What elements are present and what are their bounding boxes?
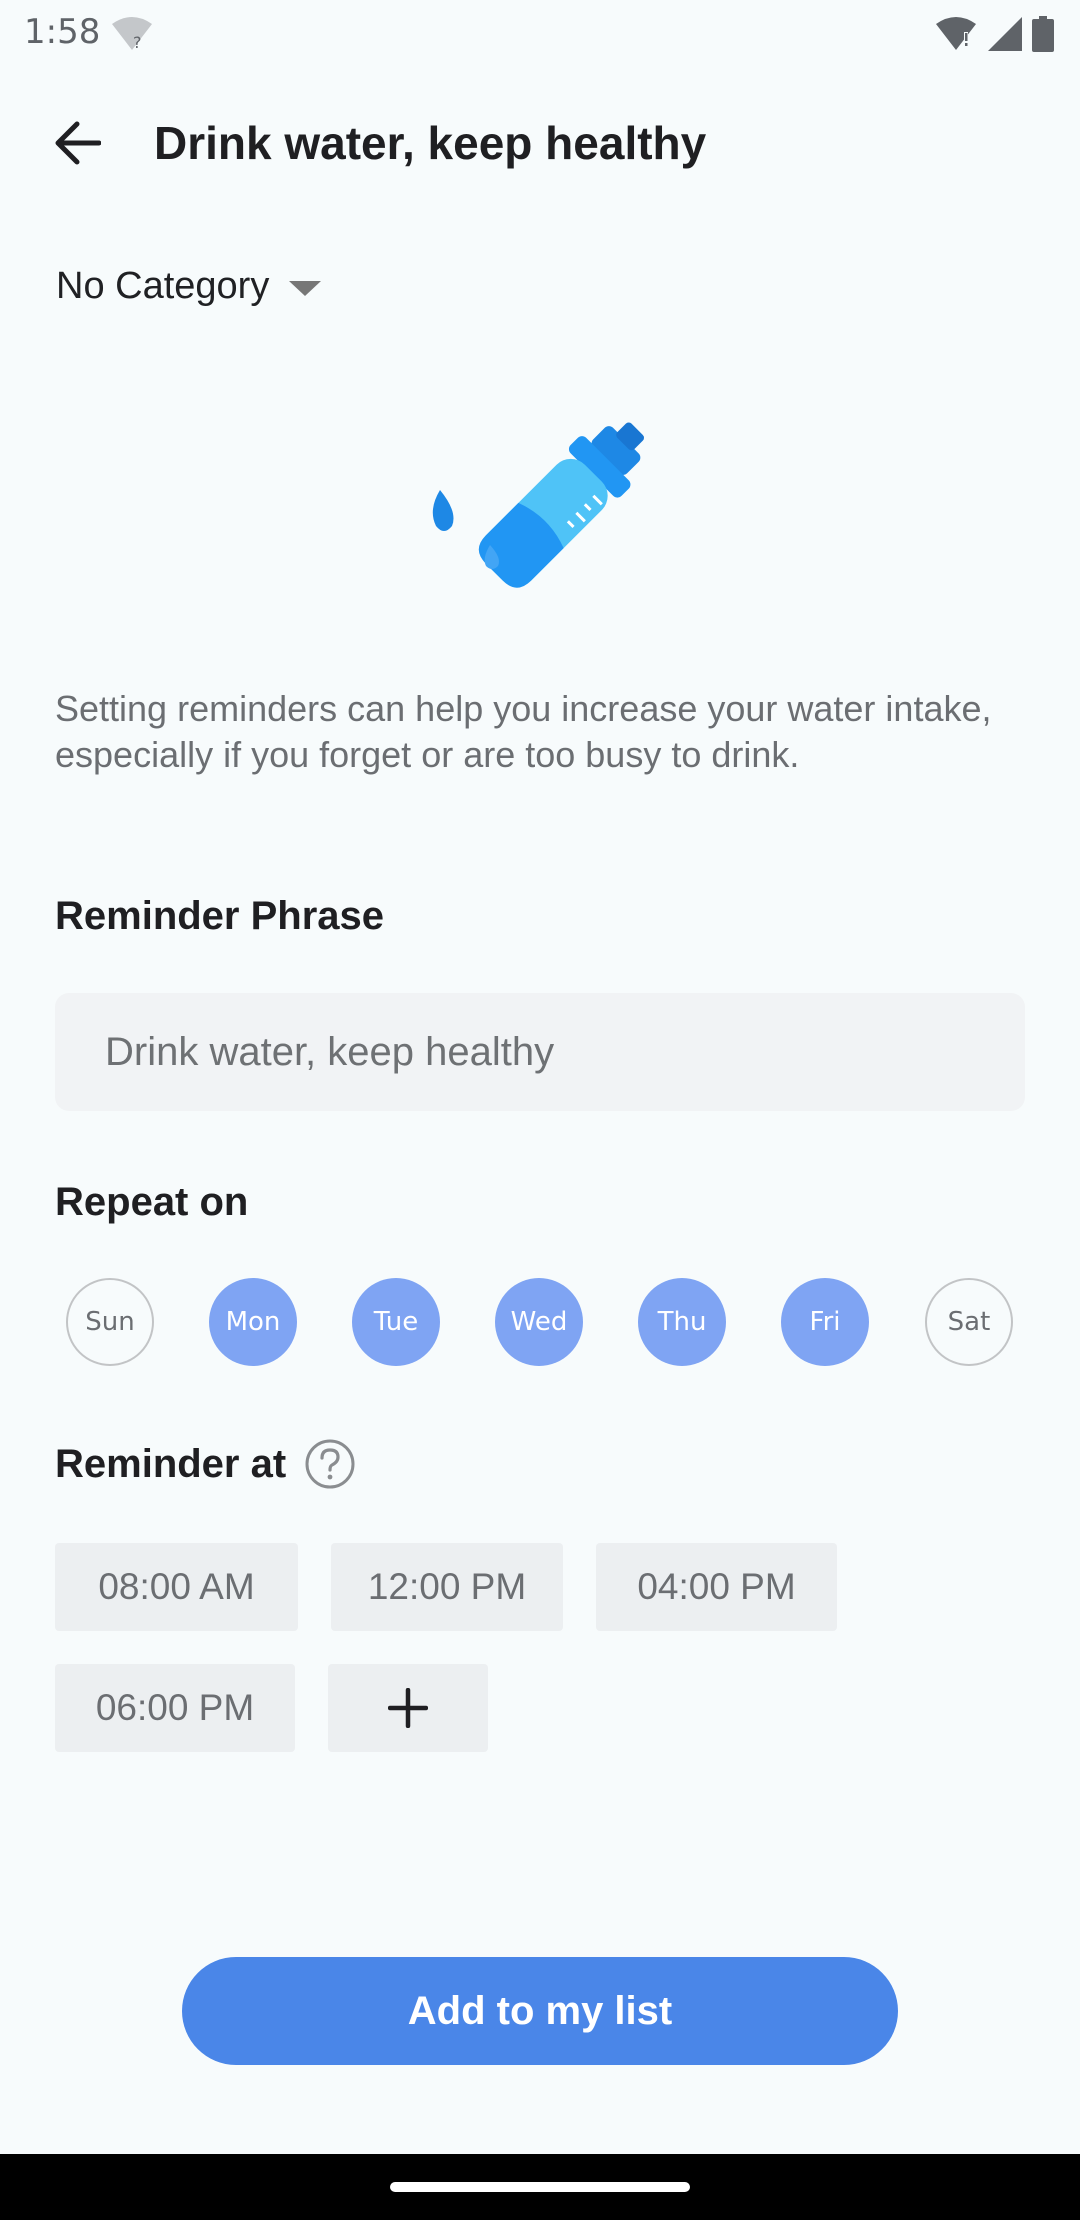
status-icons <box>934 14 1054 54</box>
day-sat[interactable]: Sat <box>925 1278 1013 1366</box>
reminder-phrase-heading: Reminder Phrase <box>55 894 385 938</box>
add-time-button[interactable] <box>328 1664 488 1752</box>
plus-icon <box>388 1688 428 1728</box>
svg-text:?: ? <box>133 33 142 52</box>
dropdown-caret-icon <box>289 280 322 296</box>
day-fri[interactable]: Fri <box>781 1278 869 1366</box>
page-title: Drink water, keep healthy <box>154 117 707 169</box>
reminder-time-chip[interactable]: 06:00 PM <box>55 1664 295 1752</box>
reminder-time-chip[interactable]: 04:00 PM <box>596 1543 837 1631</box>
battery-icon <box>1032 16 1054 52</box>
home-handle[interactable] <box>390 2182 690 2192</box>
reminder-phrase-input[interactable]: Drink water, keep healthy <box>55 993 1025 1111</box>
description-text: Setting reminders can help you increase … <box>55 688 992 775</box>
water-bottle-illustration <box>432 422 645 588</box>
status-time: 1:58 <box>24 12 101 52</box>
day-selector: Sun Mon Tue Wed Thu Fri Sat <box>66 1278 1014 1366</box>
day-wed[interactable]: Wed <box>495 1278 583 1366</box>
reminder-time-chip[interactable]: 12:00 PM <box>331 1543 563 1631</box>
day-tue[interactable]: Tue <box>352 1278 440 1366</box>
wifi-icon <box>936 17 976 50</box>
day-thu[interactable]: Thu <box>638 1278 726 1366</box>
add-to-list-button[interactable]: Add to my list <box>182 1957 898 2065</box>
back-button[interactable] <box>46 112 108 174</box>
category-label: No Category <box>56 264 270 307</box>
reminder-at-label: Reminder at <box>55 1441 287 1486</box>
signal-icon <box>988 17 1022 51</box>
back-arrow-icon <box>55 121 101 165</box>
navigation-bar <box>0 2154 1080 2220</box>
category-dropdown[interactable]: No Category <box>56 258 322 314</box>
reminder-time-chip[interactable]: 08:00 AM <box>55 1543 298 1631</box>
reminder-at-heading: Reminder at <box>55 1438 356 1490</box>
day-sun[interactable]: Sun <box>66 1278 154 1366</box>
help-icon[interactable] <box>304 1438 356 1490</box>
repeat-on-heading: Repeat on <box>55 1180 249 1224</box>
status-bar: 1:58 ? <box>0 0 1080 66</box>
day-mon[interactable]: Mon <box>209 1278 297 1366</box>
wifi-unknown-icon: ? <box>112 17 152 52</box>
